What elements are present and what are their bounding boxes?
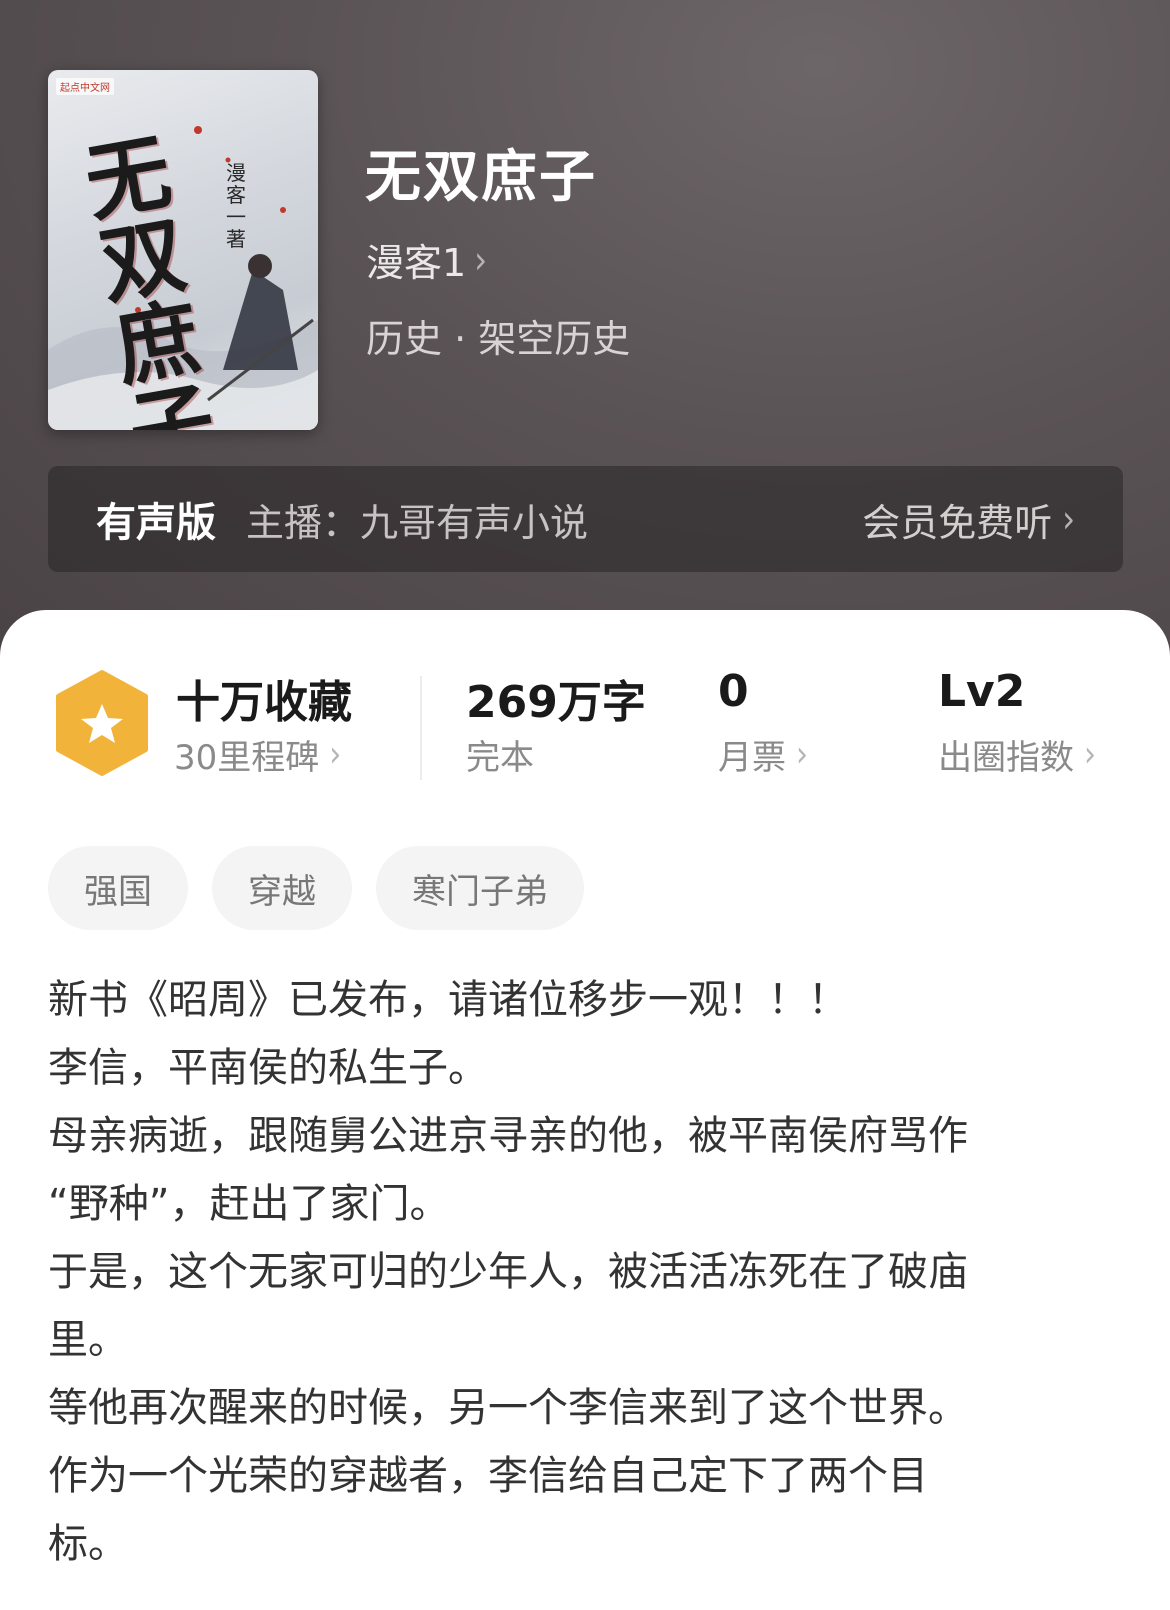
completion-label: 完本 [466, 738, 534, 778]
description-line: “野种”，赶出了家门。 [48, 1181, 450, 1227]
description-line: 于是，这个无家可归的少年人，被活活冻死在了破庙 [48, 1249, 968, 1295]
book-cover[interactable]: 起点中文网 无双庶子 漫客一著 [48, 70, 318, 430]
completion-status: 完本 [466, 730, 534, 779]
genre-label: 历史 · 架空历史 [366, 317, 631, 361]
cover-author-art: 漫客一著 [226, 161, 246, 251]
stats-divider [420, 676, 422, 780]
description-line: 母亲病逝，跟随舅公进京寻亲的他，被平南侯府骂作 [48, 1113, 968, 1159]
book-title: 无双庶子 [365, 145, 597, 210]
popularity-index-label: 出圈指数 [938, 738, 1074, 778]
chevron-right-icon: › [796, 733, 808, 776]
level-value: Lv2 [938, 666, 1026, 717]
description-line: 等他再次醒来的时候，另一个李信来到了这个世界。 [48, 1385, 968, 1431]
tag-chip[interactable]: 强国 [48, 846, 188, 930]
audio-version-bar[interactable]: 有声版 主播：九哥有声小说 会员免费听 › [48, 466, 1123, 572]
star-hexagon-icon [56, 670, 148, 776]
chevron-right-icon: › [474, 236, 487, 283]
chevron-right-icon: › [329, 733, 342, 776]
audio-host: 主播：九哥有声小说 [246, 500, 589, 545]
cover-brand: 起点中文网 [56, 78, 114, 95]
chevron-right-icon: › [1062, 496, 1075, 542]
monthly-votes-label: 月票 [718, 738, 786, 778]
milestone-link[interactable]: 30里程碑 › [174, 730, 341, 779]
monthly-votes-link[interactable]: 月票 › [718, 730, 808, 779]
member-free-listen-button[interactable]: 会员免费听 › [862, 492, 1075, 547]
audio-label: 有声版 [96, 500, 216, 546]
author-name: 漫客1 [366, 241, 467, 285]
book-description[interactable]: 新书《昭周》已发布，请诸位移步一观！！！ 李信，平南侯的私生子。 母亲病逝，跟随… [48, 966, 1128, 1578]
stats-row: 十万收藏 30里程碑 › 269万字 完本 0 月票 › Lv2 出圈指数 › [0, 660, 1170, 790]
tag-chip[interactable]: 穿越 [212, 846, 352, 930]
tag-list: 强国 穿越 寒门子弟 [48, 846, 584, 930]
tag-chip[interactable]: 寒门子弟 [376, 846, 584, 930]
word-count: 269万字 [466, 677, 646, 728]
monthly-votes-count: 0 [718, 666, 749, 717]
description-line: 作为一个光荣的穿越者，李信给自己定下了两个目 [48, 1453, 928, 1499]
popularity-index-link[interactable]: 出圈指数 › [938, 730, 1096, 779]
description-line: 李信，平南侯的私生子。 [48, 1045, 488, 1091]
milestone-label: 30里程碑 [174, 738, 320, 778]
description-line: 里。 [48, 1317, 128, 1363]
collection-count: 十万收藏 [176, 677, 352, 728]
chevron-right-icon: › [1084, 733, 1096, 776]
author-link[interactable]: 漫客1 › [366, 232, 487, 287]
description-line: 新书《昭周》已发布，请诸位移步一观！！！ [48, 977, 848, 1023]
description-line: 标。 [48, 1521, 128, 1567]
audio-cta-label: 会员免费听 [862, 500, 1053, 545]
